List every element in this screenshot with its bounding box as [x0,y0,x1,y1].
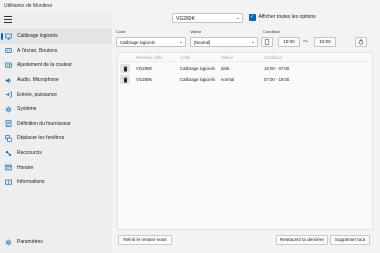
reset-appointment-button[interactable]: Réinit le rendez-vous [118,235,172,245]
sidebar-item-ecran-boutons[interactable]: À l'écran, Boutons [0,44,112,59]
time-start-field[interactable]: 10:00 [278,37,300,47]
sidebar-item-couleur[interactable]: Ajustement de la couleur [0,58,112,73]
sidebar-item-label: Ajustement de la couleur [17,62,73,69]
chevron-down-icon: ⌄ [178,39,183,45]
sidebar-item-label: Informations [17,179,45,186]
sidebar-item-fenetres[interactable]: Déplacer les fenêtres [0,131,112,146]
sidebar-item-label: Entrée, puissance [17,91,58,98]
sidebar-item-horaire[interactable]: Horaire [0,160,112,175]
sidebar-item-raccourcis[interactable]: Raccourcis [0,146,112,161]
code-label: Code [116,29,126,34]
sidebar-item-audio[interactable]: Audio, Microphone [0,73,112,88]
sidebar-item-informations[interactable]: Informations [0,175,112,190]
value-label: Valeur [190,29,202,34]
sidebar-item-label: À l'écran, Boutons [17,47,58,54]
column-header-value: Valeur [221,55,234,60]
chevron-down-icon: ⌄ [235,15,240,21]
cell-condition: 18:00 - 07:00 [264,66,290,71]
rules-table: Moniteur cible Code Valeur Condition VG2… [117,52,373,230]
sidebar-item-label: Définition du fournisseur [17,120,71,127]
sidebar-item-systeme[interactable]: Système [0,102,112,117]
title-bar: Utilitaires de Moniteur [0,0,380,12]
cell-value: normal [221,77,235,82]
info-icon [4,178,12,186]
cell-code: Calibrage logiciels [180,77,215,82]
speaker-icon [4,76,12,84]
sidebar-item-label: Système [17,106,37,113]
windows-icon [4,134,12,142]
sidebar-item-label: Audio, Microphone [17,77,59,84]
open-file-button[interactable] [261,37,273,47]
delete-row-button[interactable] [120,64,130,73]
time-separator: ～ [303,39,309,45]
color-adjust-icon [4,61,12,69]
cell-value: dark [221,66,230,71]
sidebar: Calibrage logiciels À l'écran, Boutons A… [0,12,112,253]
screen-buttons-icon [4,47,12,55]
show-all-options[interactable]: ✓ Afficher toutes les options [249,14,316,21]
code-select[interactable]: Calibrage logiciels ⌄ [116,37,186,47]
monitor-select[interactable]: VG280K ⌄ [172,13,243,23]
sidebar-item-label: Raccourcis [17,150,42,157]
cell-condition: 07:00 - 18:00 [264,77,290,82]
sidebar-item-fournisseur[interactable]: Définition du fournisseur [0,117,112,132]
monitor-select-value: VG280K [176,16,195,22]
sidebar-item-label: Horaire [17,164,34,171]
sidebar-item-parametres[interactable]: Paramètres [0,235,112,249]
hamburger-menu-icon[interactable] [4,16,12,23]
delete-all-button[interactable]: Supprimer tout [330,235,370,245]
sidebar-item-calibrage[interactable]: Calibrage logiciels [0,29,112,44]
show-all-checkbox[interactable]: ✓ [249,14,256,21]
condition-label: Condition [263,29,280,34]
add-timer-button[interactable] [355,37,367,47]
sidebar-item-label: Paramètres [17,239,43,245]
table-row[interactable]: VG280K Calibrage logiciels dark 18:00 - … [118,63,372,74]
schedule-icon [4,164,12,172]
table-row[interactable]: VG280K Calibrage logiciels normal 07:00 … [118,74,372,85]
sidebar-nav: Calibrage logiciels À l'écran, Boutons A… [0,29,112,190]
column-header-monitor: Moniteur cible [136,55,163,60]
stopwatch-icon [358,39,364,45]
table-header: Moniteur cible Code Valeur Condition [118,53,372,62]
value-select[interactable]: [Neutral] ⌄ [190,37,258,47]
file-icon [264,39,270,45]
restore-last-button[interactable]: Restaurez la dernière [276,235,328,245]
shortcut-icon [4,149,12,157]
system-icon [4,105,12,113]
gear-icon [4,238,12,246]
column-header-condition: Condition [264,55,283,60]
cell-code: Calibrage logiciels [180,66,215,71]
cell-monitor: VG280K [136,77,153,82]
value-select-value: [Neutral] [194,40,211,45]
show-all-label: Afficher toutes les options [258,14,316,21]
chevron-down-icon: ⌄ [250,39,255,45]
code-select-value: Calibrage logiciels [120,40,155,45]
cell-monitor: VG280K [136,66,153,71]
sidebar-item-entree[interactable]: Entrée, puissance [0,87,112,102]
sidebar-item-label: Calibrage logiciels [17,33,58,40]
vendor-icon [4,120,12,128]
time-end-field[interactable]: 10:00 [314,37,336,47]
sidebar-item-label: Déplacer les fenêtres [17,135,65,142]
column-header-code: Code [180,55,191,60]
input-power-icon [4,91,12,99]
trash-icon [123,65,127,71]
trash-icon [123,76,127,82]
monitor-icon [4,32,12,40]
app-title: Utilitaires de Moniteur [4,3,53,9]
delete-row-button[interactable] [120,75,130,84]
